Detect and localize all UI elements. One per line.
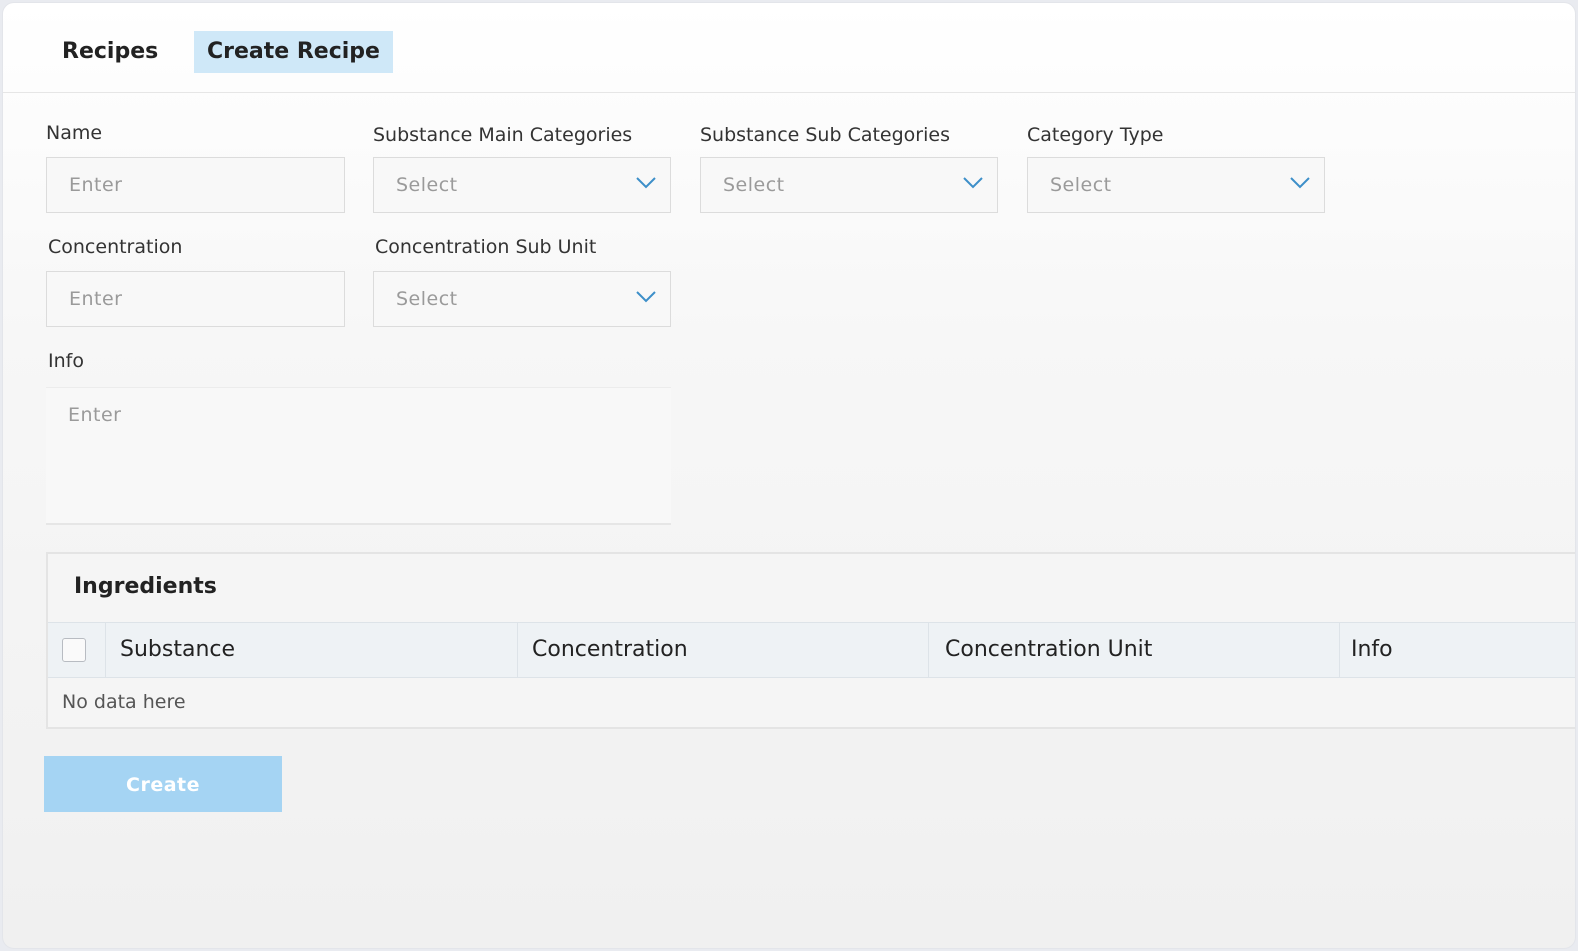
chevron-down-icon (1290, 177, 1310, 189)
category-type-value: Select (1050, 174, 1112, 196)
sub-categories-select[interactable]: Select (700, 157, 998, 213)
concentration-label: Concentration (48, 236, 183, 258)
tab-recipes[interactable]: Recipes (49, 31, 171, 73)
select-all-checkbox[interactable] (62, 638, 86, 662)
column-header-concentration[interactable]: Concentration (517, 623, 929, 677)
chevron-down-icon (963, 177, 983, 189)
name-placeholder: Enter (69, 174, 123, 196)
concentration-sub-unit-value: Select (396, 288, 458, 310)
info-placeholder: Enter (68, 404, 122, 426)
app-window: Recipes Create Recipe Name Enter Substan… (2, 2, 1576, 949)
concentration-input[interactable]: Enter (46, 271, 345, 327)
sub-categories-value: Select (723, 174, 785, 196)
main-categories-value: Select (396, 174, 458, 196)
info-label: Info (48, 350, 84, 372)
column-header-concentration-unit[interactable]: Concentration Unit (928, 623, 1340, 677)
sub-categories-label: Substance Sub Categories (700, 124, 950, 146)
main-categories-select[interactable]: Select (373, 157, 671, 213)
ingredients-panel: Ingredients Substance Concentration Conc… (46, 552, 1575, 729)
main-categories-label: Substance Main Categories (373, 124, 633, 146)
name-label: Name (46, 122, 103, 144)
concentration-placeholder: Enter (69, 288, 123, 310)
ingredients-title: Ingredients (74, 574, 217, 599)
category-type-label: Category Type (1027, 124, 1164, 146)
chevron-down-icon (636, 291, 656, 303)
concentration-sub-unit-select[interactable]: Select (373, 271, 671, 327)
chevron-down-icon (636, 177, 656, 189)
column-header-substance[interactable]: Substance (105, 623, 518, 677)
empty-table-message: No data here (62, 691, 186, 713)
name-input[interactable]: Enter (46, 157, 345, 213)
tab-create-recipe[interactable]: Create Recipe (194, 31, 393, 73)
info-textarea[interactable]: Enter (46, 387, 671, 525)
create-button[interactable]: Create (44, 756, 282, 812)
concentration-sub-unit-label: Concentration Sub Unit (375, 236, 597, 258)
tab-bar: Recipes Create Recipe (3, 3, 1575, 93)
category-type-select[interactable]: Select (1027, 157, 1325, 213)
table-header: Substance Concentration Concentration Un… (48, 622, 1575, 678)
column-header-info[interactable]: Info (1339, 623, 1575, 677)
